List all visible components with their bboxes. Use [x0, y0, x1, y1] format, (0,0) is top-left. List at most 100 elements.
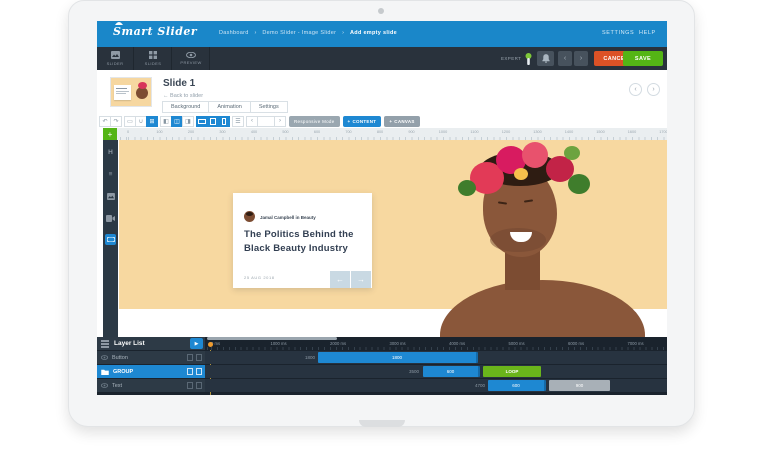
slides-button[interactable]: SLIDES	[135, 47, 172, 70]
logo-text: Smart Slider	[113, 25, 198, 38]
redo-icon[interactable]: ↷	[110, 115, 122, 127]
image-icon	[110, 51, 120, 59]
flower-rose	[522, 142, 548, 168]
notifications-button[interactable]	[537, 51, 554, 66]
timeline-track: 3500 600 LOOP	[205, 365, 667, 378]
ruler-tick-label: 900	[408, 130, 415, 134]
breadcrumb-slider[interactable]: Demo Slider - Image Slider	[262, 30, 336, 36]
duplicate-icon[interactable]	[187, 354, 193, 361]
add-content-button[interactable]: + CONTENT	[342, 115, 382, 127]
play-icon: ▶	[194, 340, 199, 347]
preview-button[interactable]: PREVIEW	[173, 47, 210, 70]
slide-thumbnail[interactable]	[110, 77, 152, 107]
arrow-left-icon: ←	[336, 275, 344, 284]
slide-title: Slide 1	[163, 78, 196, 89]
layer-item-text[interactable]: Text	[97, 379, 205, 392]
zoom-value-box[interactable]	[257, 115, 275, 127]
ruler-tick-label: 200	[187, 130, 195, 134]
redo-button[interactable]: ›	[574, 51, 588, 66]
breadcrumb-separator: ›	[254, 30, 257, 36]
loop-bar[interactable]: LOOP	[483, 366, 541, 377]
eye-icon	[101, 383, 108, 388]
timeline-ruler: 0 ms 1000 ms 2000 ms 3000 ms 4000 ms 5000 ms 6…	[205, 337, 667, 350]
timeline-tick-label: 3000 ms	[389, 341, 406, 346]
timeline-scrollbar[interactable]	[207, 337, 337, 340]
card-next-button[interactable]: →	[351, 271, 371, 288]
frame-notch	[359, 420, 405, 427]
smart-slider-logo[interactable]: Smart Slider	[113, 22, 198, 38]
timeline-track: 1800 1800	[205, 351, 667, 364]
card-prev-button[interactable]: ←	[330, 271, 350, 288]
trash-icon[interactable]	[196, 368, 202, 375]
align-right-icon[interactable]: ◨	[182, 115, 194, 127]
breadcrumb-add-empty-slide[interactable]: Add empty slide	[350, 30, 397, 36]
expert-toggle[interactable]	[525, 53, 532, 65]
image-layer-icon[interactable]	[105, 191, 116, 202]
breadcrumb: Dashboard › Demo Slider - Image Slider ›…	[219, 30, 397, 36]
slide-tabs: Background Animation Settings	[162, 101, 288, 113]
save-button[interactable]: SAVE	[623, 51, 663, 66]
editor-toolbar: ↶ ↷ ▭ ∪ ⊞ ◧ ◫ ◨ ☰ ‹ › Responsive Mode +	[99, 115, 420, 127]
duplicate-icon[interactable]	[187, 368, 193, 375]
heading-layer-icon[interactable]: H	[105, 147, 116, 158]
button-layer-icon[interactable]	[105, 234, 116, 245]
user-icon[interactable]: ☰	[232, 115, 244, 127]
responsive-mode-button[interactable]: Responsive Mode	[289, 115, 340, 127]
ruler-tick-label: 700	[345, 130, 352, 134]
delay-label: 4700	[474, 383, 485, 388]
timeline-row-button: 1800 1800 Button	[97, 351, 667, 364]
zoom-in-icon[interactable]: ›	[274, 115, 286, 127]
text-layer-icon[interactable]: ≡	[105, 169, 116, 180]
breadcrumb-dashboard[interactable]: Dashboard	[219, 30, 249, 36]
ruler-tick-label: 600	[313, 130, 321, 134]
bell-icon	[541, 54, 550, 63]
ruler-tick-label: 1700	[659, 130, 667, 134]
duration-bar[interactable]: 1800	[318, 352, 478, 363]
slide-nav-prev-button[interactable]: ‹	[629, 83, 642, 96]
ruler-tick-label: 800	[376, 130, 384, 134]
plus-icon: +	[107, 129, 113, 139]
layer-item-button[interactable]: Button	[97, 351, 205, 364]
delay-label: 3500	[408, 369, 419, 374]
duration-bar[interactable]: 600	[488, 380, 546, 391]
layers-icon	[101, 339, 109, 348]
trash-icon[interactable]	[196, 382, 202, 389]
ruler-tick-label: 1000	[438, 130, 448, 134]
thumb-flower	[138, 82, 147, 89]
out-animation-bar[interactable]: 900	[549, 380, 610, 391]
author-avatar	[244, 211, 255, 222]
settings-link[interactable]: SETTINGS	[602, 30, 634, 36]
card-title-line1: The Politics Behind the	[244, 229, 354, 240]
slide-background	[119, 140, 667, 309]
chevron-right-icon: ›	[579, 55, 583, 62]
ruler-tick-label: 400	[250, 130, 258, 134]
layer-item-group[interactable]: GROUP	[97, 365, 205, 378]
timeline-play-button[interactable]: ▶	[190, 338, 203, 349]
ruler-tick-label: 1500	[596, 130, 605, 134]
grid-icon[interactable]: ⊞	[146, 115, 158, 127]
device-mobile-icon[interactable]	[218, 115, 230, 127]
umbrella-icon	[115, 21, 123, 26]
ruler-tick-label: 1200	[501, 130, 511, 134]
playhead-marker[interactable]	[208, 342, 213, 347]
slide-canvas[interactable]: Jamal Campbell in Beauty The Politics Be…	[118, 140, 667, 337]
flower-leaf	[458, 180, 476, 196]
duration-bar[interactable]: 600	[423, 366, 480, 377]
tab-animation[interactable]: Animation	[208, 101, 251, 113]
tab-background[interactable]: Background	[162, 101, 210, 113]
video-layer-icon[interactable]	[105, 213, 116, 224]
undo-button[interactable]: ‹	[558, 51, 572, 66]
back-to-slider-link[interactable]: ← Back to slider	[163, 93, 203, 99]
ruler-tick-label: 1600	[627, 130, 637, 134]
slide-card-layer[interactable]: Jamal Campbell in Beauty The Politics Be…	[233, 193, 372, 288]
help-link[interactable]: HELP	[639, 30, 656, 36]
add-canvas-button[interactable]: + CANVAS	[384, 115, 420, 127]
duplicate-icon[interactable]	[187, 382, 193, 389]
tab-settings[interactable]: Settings	[249, 101, 288, 113]
slide-nav-next-button[interactable]: ›	[647, 83, 660, 96]
expert-label: EXPERT	[501, 56, 522, 61]
eye-icon	[101, 355, 108, 360]
slider-button[interactable]: SLIDER	[97, 47, 134, 70]
add-layer-button[interactable]: +	[103, 128, 117, 140]
trash-icon[interactable]	[196, 354, 202, 361]
